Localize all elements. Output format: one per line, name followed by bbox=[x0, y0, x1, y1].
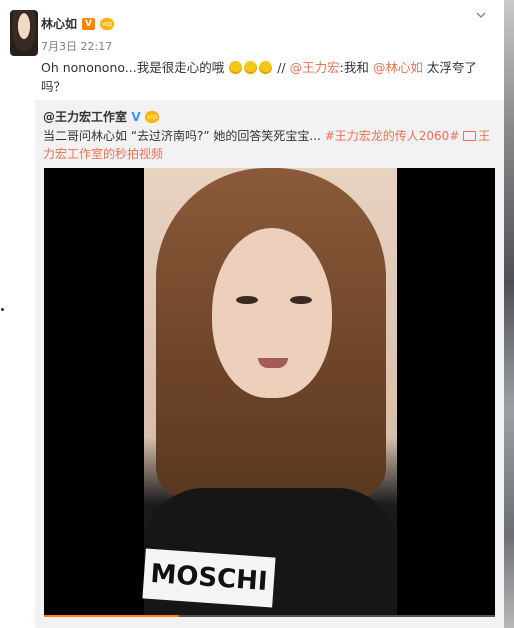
video-eye-right bbox=[290, 296, 312, 304]
bullet-dot bbox=[1, 308, 4, 311]
chevron-down-icon[interactable] bbox=[476, 12, 486, 18]
emoji-laugh-icon bbox=[244, 61, 258, 74]
author-name[interactable]: 林心如 bbox=[41, 15, 77, 32]
verified-badge-icon: V bbox=[82, 17, 96, 30]
video-player[interactable]: MOSCHI bbox=[44, 168, 495, 617]
vip-badge-icon: vip bbox=[145, 110, 160, 123]
repost-author-name[interactable]: @王力宏工作室 bbox=[43, 108, 127, 125]
mention-link[interactable]: @王力宏 bbox=[290, 60, 340, 75]
right-edge-background bbox=[504, 0, 514, 628]
video-eye-left bbox=[236, 296, 258, 304]
hashtag-link[interactable]: #王力宏龙的传人2060# bbox=[325, 129, 460, 143]
repost-text-body: 当二哥问林心如 “去过济南吗?” 她的回答笑死宝宝... bbox=[43, 129, 321, 143]
verified-badge-icon: V bbox=[131, 109, 141, 124]
vip-badge-icon: vip bbox=[100, 17, 115, 30]
post-text-part2: // bbox=[277, 60, 286, 75]
weibo-post-card: 林心如 V vip 7月3日 22:17 Oh nononono...我是很走心… bbox=[8, 0, 504, 628]
video-progress-fill bbox=[44, 615, 180, 617]
video-icon bbox=[463, 131, 477, 141]
post-text-part3: :我和 bbox=[339, 60, 369, 75]
video-face bbox=[212, 228, 332, 398]
repost-box: @王力宏工作室 V vip 当二哥问林心如 “去过济南吗?” 她的回答笑死宝宝.… bbox=[35, 100, 504, 628]
emoji-laugh-icon bbox=[259, 61, 273, 74]
post-text: Oh nononono...我是很走心的哦 // @王力宏:我和 @林心如 太浮… bbox=[41, 58, 481, 96]
avatar[interactable] bbox=[10, 10, 38, 56]
post-time[interactable]: 7月3日 22:17 bbox=[41, 38, 112, 54]
post-text-part1: Oh nononono...我是很走心的哦 bbox=[41, 60, 225, 75]
emoji-laugh-icon bbox=[229, 61, 243, 74]
author-row: 林心如 V vip bbox=[41, 15, 115, 32]
mention-link[interactable]: @林心如 bbox=[373, 60, 423, 75]
video-frame: MOSCHI bbox=[142, 168, 397, 617]
video-shirt-text: MOSCHI bbox=[142, 548, 276, 608]
left-edge bbox=[0, 0, 8, 628]
repost-author-row: @王力宏工作室 V vip bbox=[43, 108, 160, 125]
repost-text: 当二哥问林心如 “去过济南吗?” 她的回答笑死宝宝... #王力宏龙的传人206… bbox=[43, 127, 498, 163]
